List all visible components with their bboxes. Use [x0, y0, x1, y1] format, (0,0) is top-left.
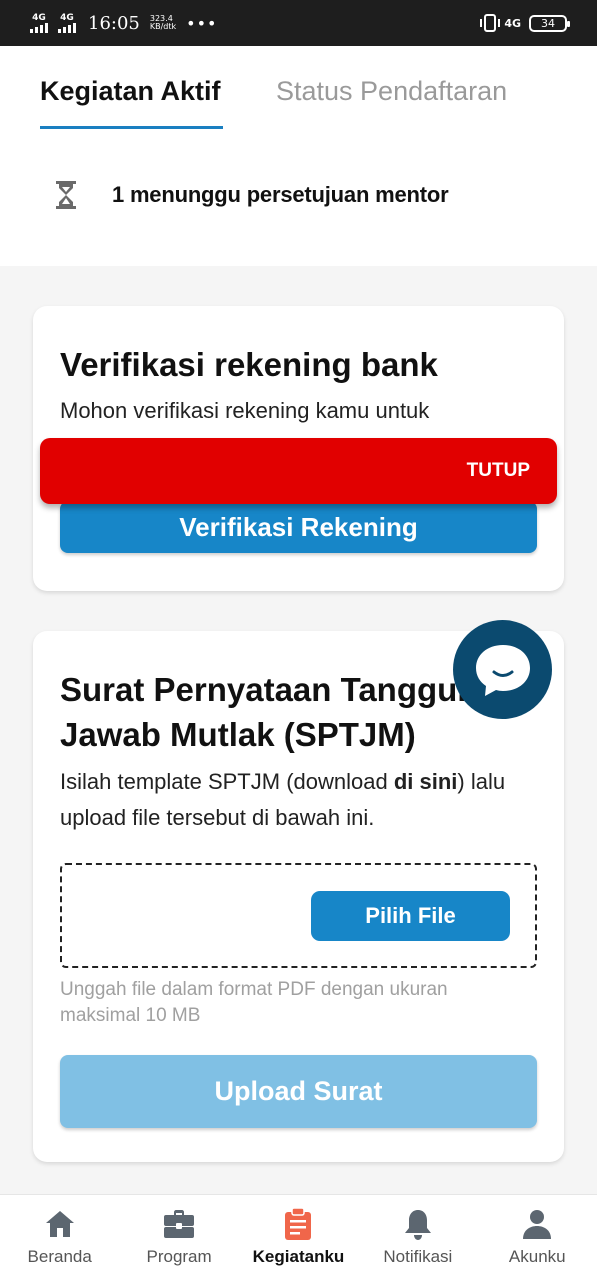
- battery-icon: 34: [529, 14, 570, 32]
- nav-label: Program: [146, 1247, 212, 1266]
- sptjm-desc-suffix: ) lalu: [457, 769, 506, 794]
- sptjm-description: Isilah template SPTJM (download di sini)…: [60, 764, 505, 800]
- chat-button[interactable]: [453, 620, 552, 719]
- active-tab-indicator: [40, 126, 223, 129]
- bell-icon: [404, 1210, 431, 1240]
- tab-kegiatan-aktif[interactable]: Kegiatan Aktif: [40, 76, 221, 107]
- bottom-navigation: Beranda Program Kegiatanku Notifikasi Ak…: [0, 1194, 597, 1280]
- choose-file-button[interactable]: Pilih File: [311, 891, 510, 941]
- nav-label: Beranda: [27, 1247, 92, 1266]
- download-template-link[interactable]: di sini: [394, 769, 458, 794]
- bank-card-description: Mohon verifikasi rekening kamu untuk: [60, 398, 430, 423]
- network-type-label: 4G: [32, 12, 46, 23]
- briefcase-icon: [164, 1210, 195, 1238]
- bank-card-title: Verifikasi rekening bank: [60, 346, 438, 383]
- nav-label: Akunku: [508, 1247, 566, 1266]
- pending-approval-text: 1 menunggu persetujuan mentor: [112, 182, 449, 207]
- file-dropzone[interactable]: Pilih File: [60, 863, 537, 968]
- upload-hint: Unggah file dalam format PDF dengan ukur…: [60, 979, 448, 1026]
- chat-icon: [475, 644, 530, 696]
- clock: 16:05: [88, 12, 140, 34]
- sptjm-desc-prefix: Isilah template SPTJM (download: [60, 769, 394, 794]
- sptjm-title-line1: Surat Pernyataan Tanggung: [60, 671, 498, 708]
- network-4g-icon: 4G: [504, 16, 521, 30]
- more-notifications-icon: •••: [186, 13, 218, 33]
- clipboard-icon: [285, 1207, 312, 1240]
- upload-letter-button[interactable]: Upload Surat: [60, 1055, 537, 1128]
- tab-status-pendaftaran[interactable]: Status Pendaftaran: [276, 76, 507, 107]
- battery-level: 34: [541, 16, 555, 30]
- signal-icon: 4G: [58, 12, 76, 33]
- signal-icon: 4G: [30, 12, 48, 33]
- vibrate-icon: [480, 14, 501, 32]
- nav-item-akunku[interactable]: Akunku: [478, 1195, 597, 1280]
- user-icon: [523, 1210, 552, 1239]
- nav-label: Kegiatanku: [252, 1247, 345, 1266]
- header-area: Kegiatan Aktif Status Pendaftaran 1 menu…: [0, 46, 597, 266]
- speed-unit: KB/dtk: [149, 22, 177, 31]
- nav-item-notifikasi[interactable]: Notifikasi: [358, 1195, 477, 1280]
- pending-approval-row[interactable]: 1 menunggu persetujuan mentor: [56, 181, 449, 209]
- toast-close-button[interactable]: TUTUP: [467, 438, 530, 504]
- nav-item-kegiatanku[interactable]: Kegiatanku: [239, 1195, 358, 1280]
- nav-item-beranda[interactable]: Beranda: [0, 1195, 119, 1280]
- home-icon: [45, 1211, 74, 1237]
- error-toast: TUTUP: [40, 438, 557, 504]
- network-speed: 323.4 KB/dtk: [150, 15, 176, 31]
- network-type-label: 4G: [60, 12, 74, 23]
- nav-item-program[interactable]: Program: [119, 1195, 238, 1280]
- nav-label: Notifikasi: [383, 1247, 453, 1266]
- hourglass-icon: [56, 181, 76, 209]
- sptjm-description-line2: upload file tersebut di bawah ini.: [60, 805, 375, 830]
- status-bar: 4G 4G 16:05 323.4 KB/dtk ••• 4G 34: [0, 0, 597, 46]
- verify-account-button[interactable]: Verifikasi Rekening: [60, 501, 537, 553]
- sptjm-title-line2: Jawab Mutlak (SPTJM): [60, 716, 416, 753]
